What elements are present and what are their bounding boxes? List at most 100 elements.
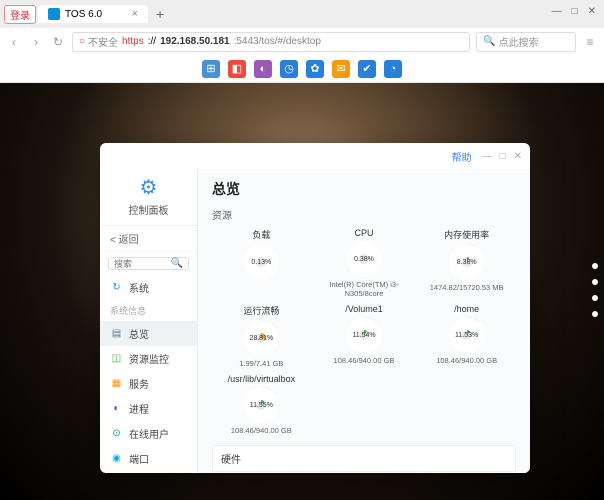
login-button[interactable]: 登录 bbox=[4, 5, 36, 24]
gauge-label: /home bbox=[454, 304, 479, 314]
sidebar-item-system[interactable]: ↻ 系统 bbox=[100, 275, 197, 300]
resource-monitor-icon: ◫ bbox=[110, 352, 123, 365]
new-tab-button[interactable]: + bbox=[150, 6, 170, 22]
url-sep: :// bbox=[148, 36, 156, 47]
control-panel-window: 帮助 — □ ✕ ⚙ 控制面板 < 返回 🔍 ↻系统系统信息▤总览◫资源监控▦服… bbox=[100, 143, 530, 473]
app-maximize-button[interactable]: □ bbox=[500, 151, 506, 162]
tab-bar: 登录 TOS 6.0 × + bbox=[0, 0, 604, 28]
gauge-ring: 11.54% bbox=[346, 317, 382, 353]
maximize-button[interactable]: □ bbox=[572, 6, 578, 17]
tab-close-icon[interactable]: × bbox=[132, 8, 138, 20]
app-close-button[interactable]: ✕ bbox=[514, 151, 522, 162]
content-area: 总览 资源 负载0.13% CPU 0.38% Intel(R) Core(TM) i… bbox=[198, 169, 530, 473]
window-controls: — □ ✕ bbox=[552, 6, 596, 17]
refresh-button[interactable]: ↻ bbox=[50, 34, 66, 50]
minimize-button[interactable]: — bbox=[552, 6, 562, 17]
sidebar-item-processes[interactable]: ◐进程 bbox=[100, 396, 197, 421]
sidebar-item-label: 总览 bbox=[129, 326, 149, 341]
close-button[interactable]: ✕ bbox=[588, 6, 596, 17]
sidebar: ⚙ 控制面板 < 返回 🔍 ↻系统系统信息▤总览◫资源监控▦服务◐进程⊙在线用户… bbox=[100, 169, 198, 473]
url-host: 192.168.50.181 bbox=[160, 36, 230, 47]
chat-icon[interactable]: ◐ bbox=[254, 60, 272, 78]
online-users-icon: ⊙ bbox=[110, 427, 123, 440]
sidebar-title: 控制面板 bbox=[129, 202, 169, 217]
gauge: /Volume1 11.54% 108.46/940.00 GB bbox=[315, 304, 414, 368]
gauge: /usr/lib/virtualbox 11.55% 108.46/940.00 G… bbox=[212, 374, 311, 435]
sidebar-item-overview[interactable]: ▤ 总览 bbox=[100, 321, 197, 346]
check-icon[interactable]: ✔ bbox=[358, 60, 376, 78]
sidebar-item-label: 资源监控 bbox=[129, 351, 169, 366]
sidebar-item-ports[interactable]: ◉ 端口 bbox=[100, 446, 197, 471]
gauge: 负载0.13% bbox=[212, 228, 311, 298]
overview-icon: ▤ bbox=[110, 327, 123, 340]
services-icon: ▦ bbox=[110, 377, 123, 390]
insecure-badge: 不安全 bbox=[79, 34, 118, 49]
gauge: 运行流畅 28.81% 1.99/7.41 GB bbox=[212, 304, 311, 368]
gauge-subtext: Intel(R) Core(TM) i3-N305/8core bbox=[315, 280, 414, 298]
sidebar-search-input[interactable] bbox=[114, 259, 171, 269]
back-link[interactable]: < 返回 bbox=[100, 226, 197, 252]
search-icon: 🔍 bbox=[171, 258, 183, 269]
system-icon: ↻ bbox=[110, 281, 123, 294]
sidebar-item-resource-monitor[interactable]: ◫ 资源监控 bbox=[100, 346, 197, 371]
page-title: 总览 bbox=[212, 179, 516, 199]
gauge-ring: 8.38% bbox=[449, 244, 485, 280]
ports-icon: ◉ bbox=[110, 452, 123, 465]
dot-icon bbox=[592, 279, 598, 285]
gauge-subtext: 108.46/940.00 GB bbox=[436, 356, 497, 365]
gauge-label: /usr/lib/virtualbox bbox=[228, 374, 296, 384]
gauge-subtext: 108.46/940.00 GB bbox=[334, 356, 395, 365]
clock-icon[interactable]: ◷ bbox=[280, 60, 298, 78]
search-icon: 🔍 bbox=[483, 36, 495, 47]
processes-icon: ◐ bbox=[110, 402, 123, 415]
back-button[interactable]: ‹ bbox=[6, 34, 22, 50]
addressbook-icon[interactable]: ◧ bbox=[228, 60, 246, 78]
gauge-ring: 0.38% bbox=[346, 241, 382, 277]
gauge-grid: 负载0.13% CPU 0.38% Intel(R) Core(TM) i3-N305… bbox=[212, 228, 516, 435]
sidebar-item-label: 系统 bbox=[129, 280, 149, 295]
url-scheme: https bbox=[122, 36, 144, 47]
gear-icon: ⚙ bbox=[140, 175, 158, 200]
section-resources: 资源 bbox=[212, 207, 516, 222]
sidebar-item-label: 端口 bbox=[129, 451, 149, 466]
app-toolbar: ⊞ ◧ ◐ ◷ ✿ ✉ ✔ ◔ bbox=[0, 55, 604, 83]
url-input[interactable]: 不安全 https :// 192.168.50.181 :5443/tos/#/de… bbox=[72, 32, 470, 52]
gauge-subtext: 1.99/7.41 GB bbox=[239, 359, 283, 368]
gauge-label: 内存使用率 bbox=[444, 228, 489, 241]
tab-title: TOS 6.0 bbox=[65, 9, 102, 20]
gauge-ring: 28.81% bbox=[243, 320, 279, 356]
desktop: 帮助 — □ ✕ ⚙ 控制面板 < 返回 🔍 ↻系统系统信息▤总览◫资源监控▦服… bbox=[0, 83, 604, 500]
window-body: ⚙ 控制面板 < 返回 🔍 ↻系统系统信息▤总览◫资源监控▦服务◐进程⊙在线用户… bbox=[100, 169, 530, 473]
gauge-ring: 11.53% bbox=[449, 317, 485, 353]
app-minimize-button[interactable]: — bbox=[482, 151, 492, 162]
gauge-label: 运行流畅 bbox=[243, 304, 279, 317]
browser-icon[interactable]: ⊞ bbox=[202, 60, 220, 78]
gauge-label: /Volume1 bbox=[345, 304, 383, 314]
sidebar-search[interactable]: 🔍 bbox=[108, 257, 189, 270]
search-input[interactable]: 🔍 点此搜索 bbox=[476, 32, 576, 52]
dot-icon bbox=[592, 263, 598, 269]
sidebar-item-system-logs[interactable]: ≣系统日志 bbox=[100, 471, 197, 473]
sidebar-item-services[interactable]: ▦服务 bbox=[100, 371, 197, 396]
tab-tos[interactable]: TOS 6.0 × bbox=[38, 5, 148, 23]
tab-favicon-icon bbox=[48, 8, 60, 20]
window-header: 帮助 — □ ✕ bbox=[100, 143, 530, 169]
sidebar-header: ⚙ 控制面板 bbox=[100, 169, 197, 226]
gauge: /home 11.53% 108.46/940.00 GB bbox=[417, 304, 516, 368]
gauge-ring: 11.55% bbox=[243, 387, 279, 423]
gauge: 内存使用率8.38%1474.82/15720.53 MB bbox=[417, 228, 516, 298]
dot-icon bbox=[592, 295, 598, 301]
headset-icon[interactable]: ◔ bbox=[384, 60, 402, 78]
gauge-subtext: 108.46/940.00 GB bbox=[231, 426, 292, 435]
sidebar-item-online-users[interactable]: ⊙ 在线用户 bbox=[100, 421, 197, 446]
browser-chrome: — □ ✕ 登录 TOS 6.0 × + ‹ › ↻ 不安全 https :// 1… bbox=[0, 0, 604, 55]
help-link[interactable]: 帮助 bbox=[452, 149, 472, 164]
sidebar-item-label: 在线用户 bbox=[129, 426, 169, 441]
menu-button[interactable]: ≡ bbox=[582, 34, 598, 50]
settings-icon[interactable]: ✿ bbox=[306, 60, 324, 78]
mail-icon[interactable]: ✉ bbox=[332, 60, 350, 78]
url-path: :5443/tos/#/desktop bbox=[234, 36, 321, 47]
forward-button[interactable]: › bbox=[28, 34, 44, 50]
gauge-label: CPU bbox=[354, 228, 373, 238]
address-bar: ‹ › ↻ 不安全 https :// 192.168.50.181 :5443/to… bbox=[0, 28, 604, 55]
